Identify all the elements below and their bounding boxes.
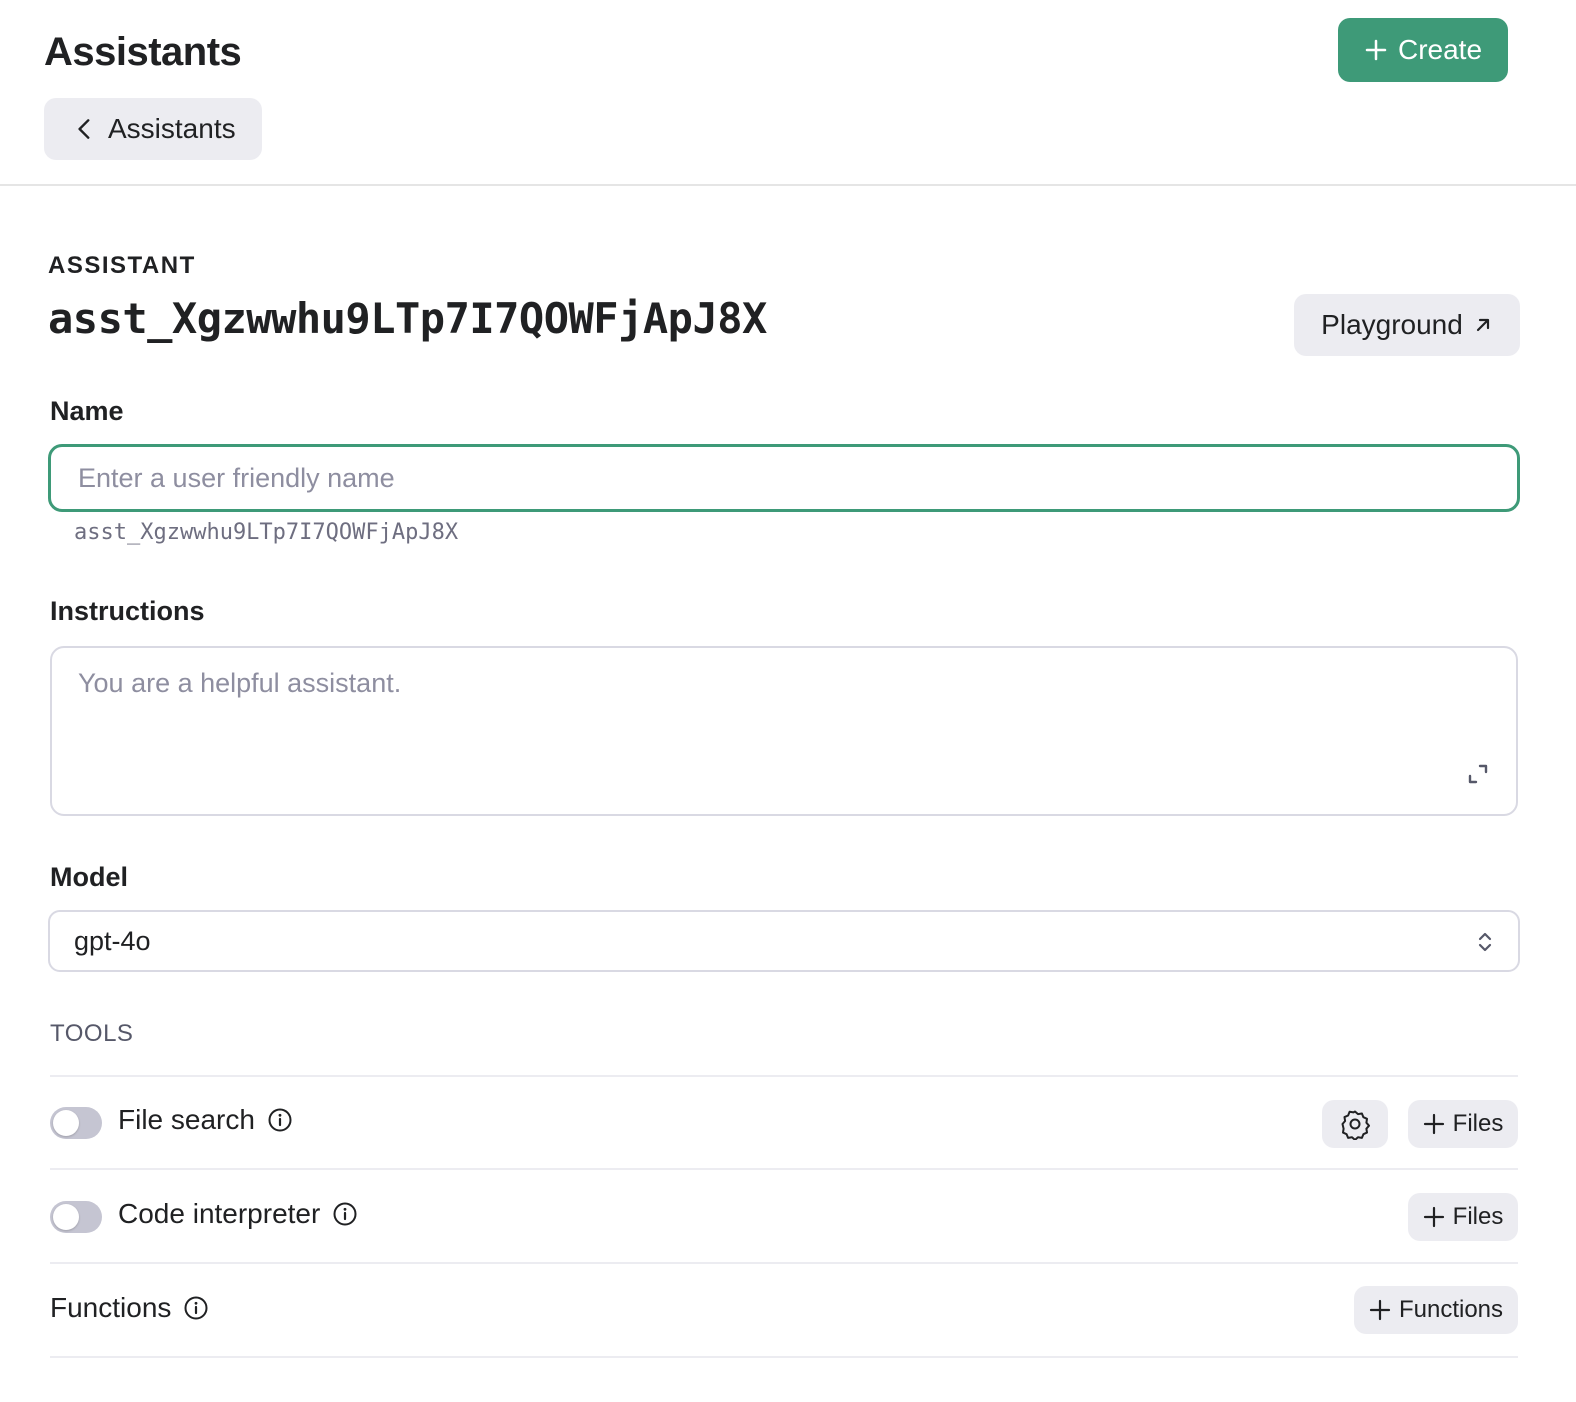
name-input-wrapper (48, 444, 1520, 512)
functions-row-label: Functions (50, 1292, 209, 1324)
create-button-label: Create (1397, 34, 1483, 65)
tools-section-label: TOOLS (50, 1020, 134, 1047)
name-input[interactable] (76, 447, 1517, 509)
plus-icon (1364, 38, 1388, 62)
info-icon[interactable] (332, 1201, 358, 1227)
playground-button[interactable]: Playground (1294, 294, 1520, 356)
file-search-add-files-button[interactable]: Files (1408, 1100, 1518, 1148)
name-label: Name (50, 396, 124, 426)
plus-icon (1369, 1299, 1391, 1321)
toggle-knob (53, 1110, 79, 1136)
name-hint: asst_Xgzwwhu9LTp7I7QOWFjApJ8X (74, 520, 459, 545)
toggle-knob (53, 1204, 79, 1230)
tools-divider (50, 1356, 1518, 1358)
model-select[interactable]: gpt-4o (48, 910, 1520, 972)
assistant-id: asst_Xgzwwhu9LTp7I7QOWFjApJ8X (48, 294, 767, 343)
instructions-box (50, 646, 1518, 816)
file-search-toggle[interactable] (50, 1107, 102, 1139)
plus-icon (1423, 1206, 1445, 1228)
info-icon[interactable] (183, 1295, 209, 1321)
playground-button-label: Playground (1321, 309, 1463, 340)
page-title: Assistants (44, 30, 242, 74)
back-to-assistants-button[interactable]: Assistants (44, 98, 262, 160)
functions-label: Functions (50, 1292, 172, 1323)
add-functions-button[interactable]: Functions (1354, 1286, 1518, 1334)
file-search-settings-button[interactable] (1322, 1100, 1388, 1148)
assistant-section-label: ASSISTANT (48, 252, 196, 279)
instructions-textarea[interactable] (76, 666, 1492, 766)
info-icon[interactable] (267, 1107, 293, 1133)
chevron-left-icon (72, 116, 98, 142)
gear-icon (1339, 1108, 1371, 1140)
expand-icon[interactable] (1464, 760, 1492, 788)
add-functions-label: Functions (1398, 1296, 1504, 1323)
header-divider (0, 184, 1576, 186)
add-files-label: Files (1452, 1110, 1504, 1137)
code-interpreter-label: Code interpreter (118, 1198, 321, 1229)
plus-icon (1423, 1113, 1445, 1135)
code-interpreter-add-files-button[interactable]: Files (1408, 1193, 1518, 1241)
tools-divider (50, 1262, 1518, 1264)
code-interpreter-row-label: Code interpreter (118, 1198, 358, 1230)
file-search-label: File search (118, 1104, 255, 1135)
model-selected-value: gpt-4o (74, 925, 151, 956)
tools-divider (50, 1075, 1518, 1077)
code-interpreter-toggle[interactable] (50, 1201, 102, 1233)
instructions-label: Instructions (50, 596, 205, 626)
tools-divider (50, 1168, 1518, 1170)
arrow-up-right-icon (1473, 315, 1493, 335)
chevron-up-down-icon (1472, 928, 1498, 963)
model-label: Model (50, 862, 128, 892)
back-button-label: Assistants (108, 113, 236, 144)
create-button[interactable]: Create (1338, 18, 1508, 82)
file-search-row-label: File search (118, 1104, 293, 1136)
add-files-label: Files (1452, 1203, 1504, 1230)
